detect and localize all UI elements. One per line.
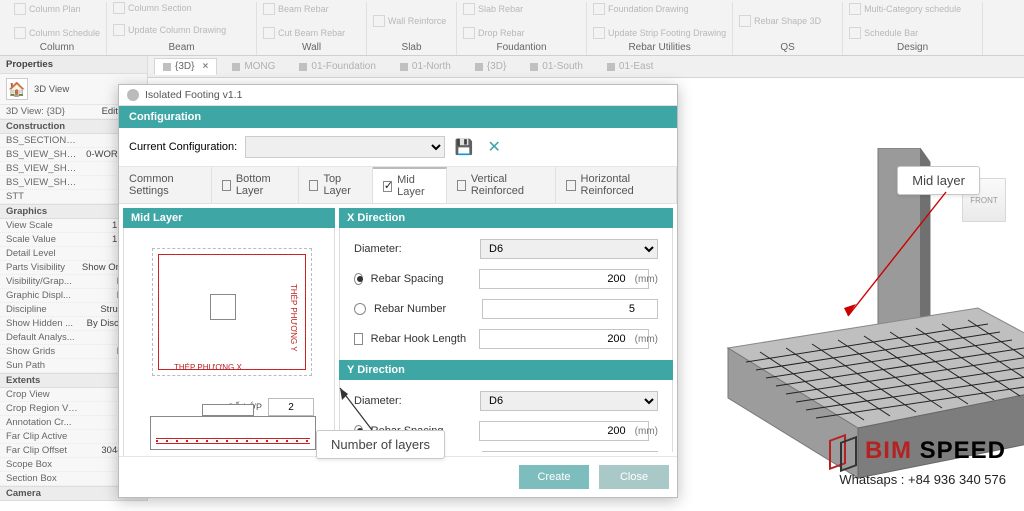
view-tabs: {3D}× MONG 01-Foundation 01-North {3D} 01-Sou… (148, 56, 1024, 78)
ribbon: Column PlanColumn Schedule Column Column… (0, 0, 1024, 56)
tab-checkbox[interactable] (309, 180, 318, 191)
dialog-tab[interactable]: Mid Layer (373, 167, 447, 203)
y-diameter-label: Diameter: (354, 395, 472, 407)
dialog-tab[interactable]: Top Layer (299, 167, 373, 203)
view-tab[interactable]: 01-North (391, 58, 460, 75)
dialog-tab[interactable]: Bottom Layer (212, 167, 300, 203)
dialog-tab[interactable]: Common Settings (119, 167, 212, 203)
ribbon-group-foundation: Foudantion (463, 40, 580, 55)
view-tab[interactable]: 01-South (521, 58, 592, 75)
view-tab[interactable]: MONG (223, 58, 284, 75)
view-tab[interactable]: 01-East (598, 58, 662, 75)
view-tab[interactable]: {3D} (466, 58, 515, 75)
x-hook-input[interactable] (479, 329, 649, 349)
brand-logo: BIM SPEED (829, 437, 1006, 465)
ribbon-group-design: Design (849, 40, 976, 55)
x-spacing-radio[interactable] (354, 273, 363, 285)
view-tab[interactable]: {3D}× (154, 58, 217, 75)
tab-checkbox[interactable] (222, 180, 231, 191)
dialog-tabs: Common SettingsBottom LayerTop LayerMid … (119, 167, 677, 204)
x-hook-checkbox[interactable] (354, 333, 363, 345)
mid-layer-drawing: THÉP PHƯƠNG X THÉP PHƯƠNG Y SỐ LỚP (123, 228, 335, 456)
y-direction-header: Y Direction (339, 360, 673, 380)
tab-checkbox[interactable] (566, 180, 575, 191)
create-button[interactable]: Create (519, 465, 589, 489)
dialog-tab[interactable]: Horizontal Reinforced (556, 167, 677, 203)
layers-input[interactable] (268, 398, 314, 416)
x-number-input[interactable] (482, 299, 658, 319)
dialog-icon (127, 89, 139, 101)
home-icon: 🏠 (6, 78, 28, 100)
x-diameter-select[interactable]: D6 (480, 239, 658, 259)
view-tab[interactable]: 01-Foundation (290, 58, 385, 75)
logo-icon (829, 437, 857, 465)
y-number-input[interactable] (482, 451, 658, 452)
configuration-select[interactable] (245, 136, 445, 158)
x-direction-header: X Direction (339, 208, 673, 228)
ribbon-group-column: Column (14, 40, 100, 55)
close-tab-icon[interactable]: × (202, 61, 208, 72)
y-spacing-input[interactable] (479, 421, 649, 441)
properties-header: Properties (0, 56, 147, 74)
ribbon-group-beam: Beam (113, 40, 250, 55)
delete-config-button[interactable]: ✕ (483, 136, 505, 158)
callout-mid-layer: Mid layer (897, 166, 980, 195)
y-diameter-select[interactable]: D6 (480, 391, 658, 411)
configuration-label: Current Configuration: (129, 141, 237, 153)
ribbon-group-rebar: Rebar Utilities (593, 40, 726, 55)
tab-checkbox[interactable] (457, 180, 466, 191)
mid-layer-header: Mid Layer (123, 208, 335, 228)
close-button[interactable]: Close (599, 465, 669, 489)
dialog-tab[interactable]: Vertical Reinforced (447, 167, 557, 203)
tab-checkbox[interactable] (383, 181, 392, 192)
callout-number-of-layers: Number of layers (316, 430, 445, 459)
x-diameter-label: Diameter: (354, 243, 472, 255)
contact-text: Whatsaps : +84 936 340 576 (839, 472, 1006, 487)
x-number-radio[interactable] (354, 303, 366, 315)
configuration-header: Configuration (119, 106, 677, 128)
ribbon-group-slab: Slab (373, 40, 450, 55)
x-spacing-input[interactable] (479, 269, 649, 289)
dialog-title: Isolated Footing v1.1 (119, 85, 677, 106)
ribbon-group-wall: Wall (263, 40, 360, 55)
save-config-button[interactable]: 💾 (453, 136, 475, 158)
ribbon-group-qs: QS (739, 40, 836, 55)
